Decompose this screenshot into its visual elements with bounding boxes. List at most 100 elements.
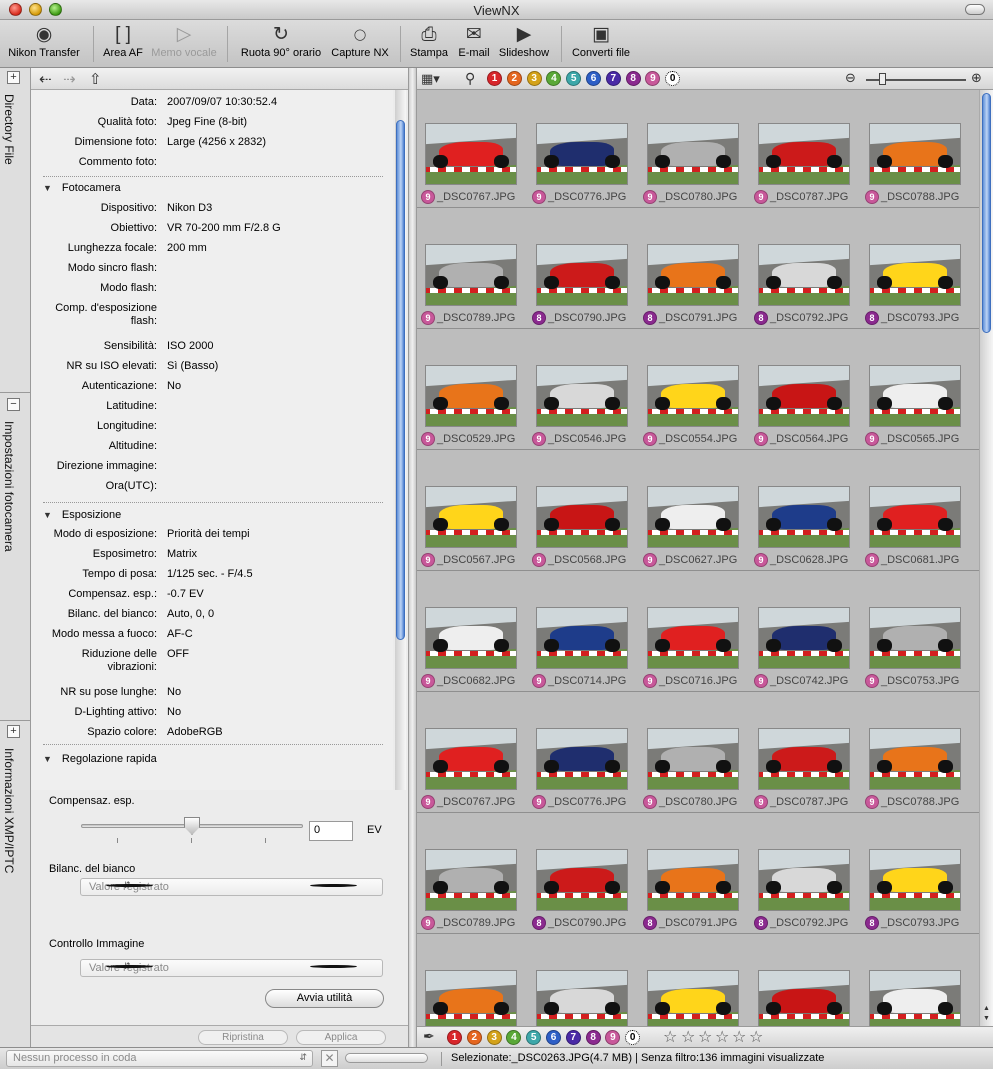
thumbnail-image[interactable] [425,486,517,548]
thumbnail-cell[interactable]: 9 _DSC0787.JPG [750,695,861,815]
thumbnail-image[interactable] [647,849,739,911]
thumbnail-cell[interactable]: 9 _DSC0564.JPG [750,332,861,452]
thumbnail-cell[interactable]: 9 _DSC0780.JPG [639,90,750,210]
thumbnail-cell[interactable]: 8 _DSC0792.JPG [750,211,861,331]
thumbnail-cell[interactable]: 9 _DSC0716.JPG [639,574,750,694]
thumbnail-cell[interactable]: 9 _DSC0742.JPG [750,574,861,694]
capture-nx-button[interactable]: ◯ Capture NX [330,23,390,65]
thumbnail-cell[interactable]: 9 _DSC0789.JPG [417,211,528,331]
thumbnail-image[interactable] [647,365,739,427]
label-assign-chip[interactable]: 6 [546,1030,561,1045]
star-icon[interactable]: ☆ [698,1027,712,1047]
thumbnail-cell[interactable]: 9 _DSC0567.JPG [417,453,528,573]
thumbnail-image[interactable] [536,123,628,185]
avvia-utilita-button[interactable]: Avvia utilità [265,989,384,1008]
thumbnail-image[interactable] [869,728,961,790]
area-af-button[interactable]: [ ] Area AF [100,23,146,65]
thumbnail-image[interactable] [647,244,739,306]
back-arrow-icon[interactable]: ⇠ [39,70,52,88]
applica-button[interactable]: Applica [296,1030,386,1045]
scroll-down-icon[interactable]: ▼ [983,1015,990,1022]
thumbnail-cell[interactable]: 9 _DSC0787.JPG [750,90,861,210]
thumbnail-image[interactable] [758,365,850,427]
label-assign-chip[interactable]: 5 [526,1030,542,1045]
thumbnail-cell[interactable]: 8 _DSC0791.JPG [639,816,750,936]
thumbnail-image[interactable] [425,123,517,185]
process-queue-select[interactable]: Nessun processo in coda ⇵ [6,1050,313,1067]
expand-plus-icon[interactable]: + [7,725,20,738]
thumbnail-image[interactable] [869,123,961,185]
thumbnail-image[interactable] [869,607,961,669]
rotate-clockwise-button[interactable]: ↻ Ruota 90° orario [238,23,324,65]
thumbnail-image[interactable] [647,728,739,790]
thumbnail-image[interactable] [647,970,739,1032]
thumbnail-cell[interactable]: 9 _DSC0628.JPG [750,453,861,573]
forward-arrow-icon[interactable]: ⇢ [63,70,76,88]
label-assign-chip[interactable]: 8 [585,1030,601,1045]
thumbnail-image[interactable] [758,728,850,790]
open-folder-icon[interactable]: ⇧ [89,70,102,88]
grid-scrollbar[interactable]: ▲ ▼ [979,90,993,1026]
star-icon[interactable]: ☆ [749,1027,763,1047]
label-assign-chip[interactable]: 4 [506,1030,522,1045]
info-scrollbar[interactable]: ▲ ▼ [395,90,406,812]
thumbnail-cell[interactable]: 9 _DSC0714.JPG [528,574,639,694]
thumbnail-cell[interactable]: 9 _DSC0767.JPG [417,695,528,815]
thumbnail-image[interactable] [869,244,961,306]
email-button[interactable]: ✉ E-mail [455,23,493,65]
thumbnail-cell[interactable]: 9 _DSC0682.JPG [417,574,528,694]
thumbnail-image[interactable] [869,849,961,911]
exposure-value-input[interactable]: 0 [309,821,353,841]
label-filter-chip[interactable]: 2 [506,71,522,86]
thumbnail-image[interactable] [425,365,517,427]
thumbnail-image[interactable] [536,970,628,1032]
thumbnail-cell[interactable]: 9 _DSC0780.JPG [639,695,750,815]
label-filter-chip[interactable]: 5 [566,71,582,86]
label-filter-chip[interactable]: 4 [546,71,562,86]
thumbnail-cell[interactable]: 8 _DSC0790.JPG [528,816,639,936]
label-filter-chip[interactable]: 8 [625,71,641,86]
thumbnail-image[interactable] [869,365,961,427]
thumbnail-image[interactable] [758,607,850,669]
stampa-button[interactable]: ⎙ Stampa [408,23,450,65]
thumbnail-cell[interactable]: 9 _DSC0627.JPG [639,453,750,573]
thumbnail-cell[interactable]: 8 _DSC0791.JPG [639,211,750,331]
thumbnail-image[interactable] [758,970,850,1032]
label-filter-chip[interactable]: 1 [487,71,502,86]
thumbnail-cell[interactable]: 9 _DSC0546.JPG [528,332,639,452]
thumbnail-image[interactable] [425,607,517,669]
collapse-minus-icon[interactable]: − [7,398,20,411]
thumbnail-image[interactable] [758,244,850,306]
zoom-slider-knob[interactable] [879,73,886,85]
label-filter-chip[interactable]: 3 [526,71,542,86]
thumbnail-image[interactable] [425,849,517,911]
no-rating-star-icon[interactable]: ☆ [663,1027,677,1047]
thumbnail-image[interactable] [536,728,628,790]
grid-view-icon[interactable]: ▦▾ [421,71,440,87]
label-assign-chip[interactable]: 3 [486,1030,502,1045]
nikon-transfer-button[interactable]: ◉ Nikon Transfer [6,23,82,65]
thumbnail-image[interactable] [536,244,628,306]
scroll-thumb[interactable] [396,120,405,640]
thumbnail-image[interactable] [536,486,628,548]
thumbnail-image[interactable] [869,486,961,548]
thumbnail-cell[interactable]: 9 _DSC0776.JPG [528,90,639,210]
thumbnail-image[interactable] [425,728,517,790]
thumbnail-cell[interactable]: 9 _DSC0788.JPG [861,695,972,815]
expand-plus-icon[interactable]: + [7,71,20,84]
thumbnail-cell[interactable]: 9 _DSC0789.JPG [417,816,528,936]
label-assign-chip[interactable]: 7 [565,1030,581,1045]
picture-control-select[interactable]: Valore registrato ⇵ [80,959,383,977]
thumbnail-image[interactable] [758,123,850,185]
thumbnail-cell[interactable]: 8 _DSC0790.JPG [528,211,639,331]
label-filter-icon[interactable]: ⚲ [465,70,475,87]
memo-vocale-button[interactable]: ▷ Memo vocale [151,23,217,65]
label-assign-chip[interactable]: 9 [605,1030,621,1045]
thumbnail-image[interactable] [425,244,517,306]
section-esposizione[interactable]: ▼ Esposizione [43,509,121,521]
white-balance-select[interactable]: Valore registrato ⇵ [80,878,383,896]
thumbnail-cell[interactable]: 9 _DSC0554.JPG [639,332,750,452]
thumbnail-image[interactable] [647,123,739,185]
tab-informazioni-xmp-iptc[interactable]: + Informazioni XMP/IPTC [0,721,30,1041]
thumbnail-cell[interactable]: 9 _DSC0568.JPG [528,453,639,573]
